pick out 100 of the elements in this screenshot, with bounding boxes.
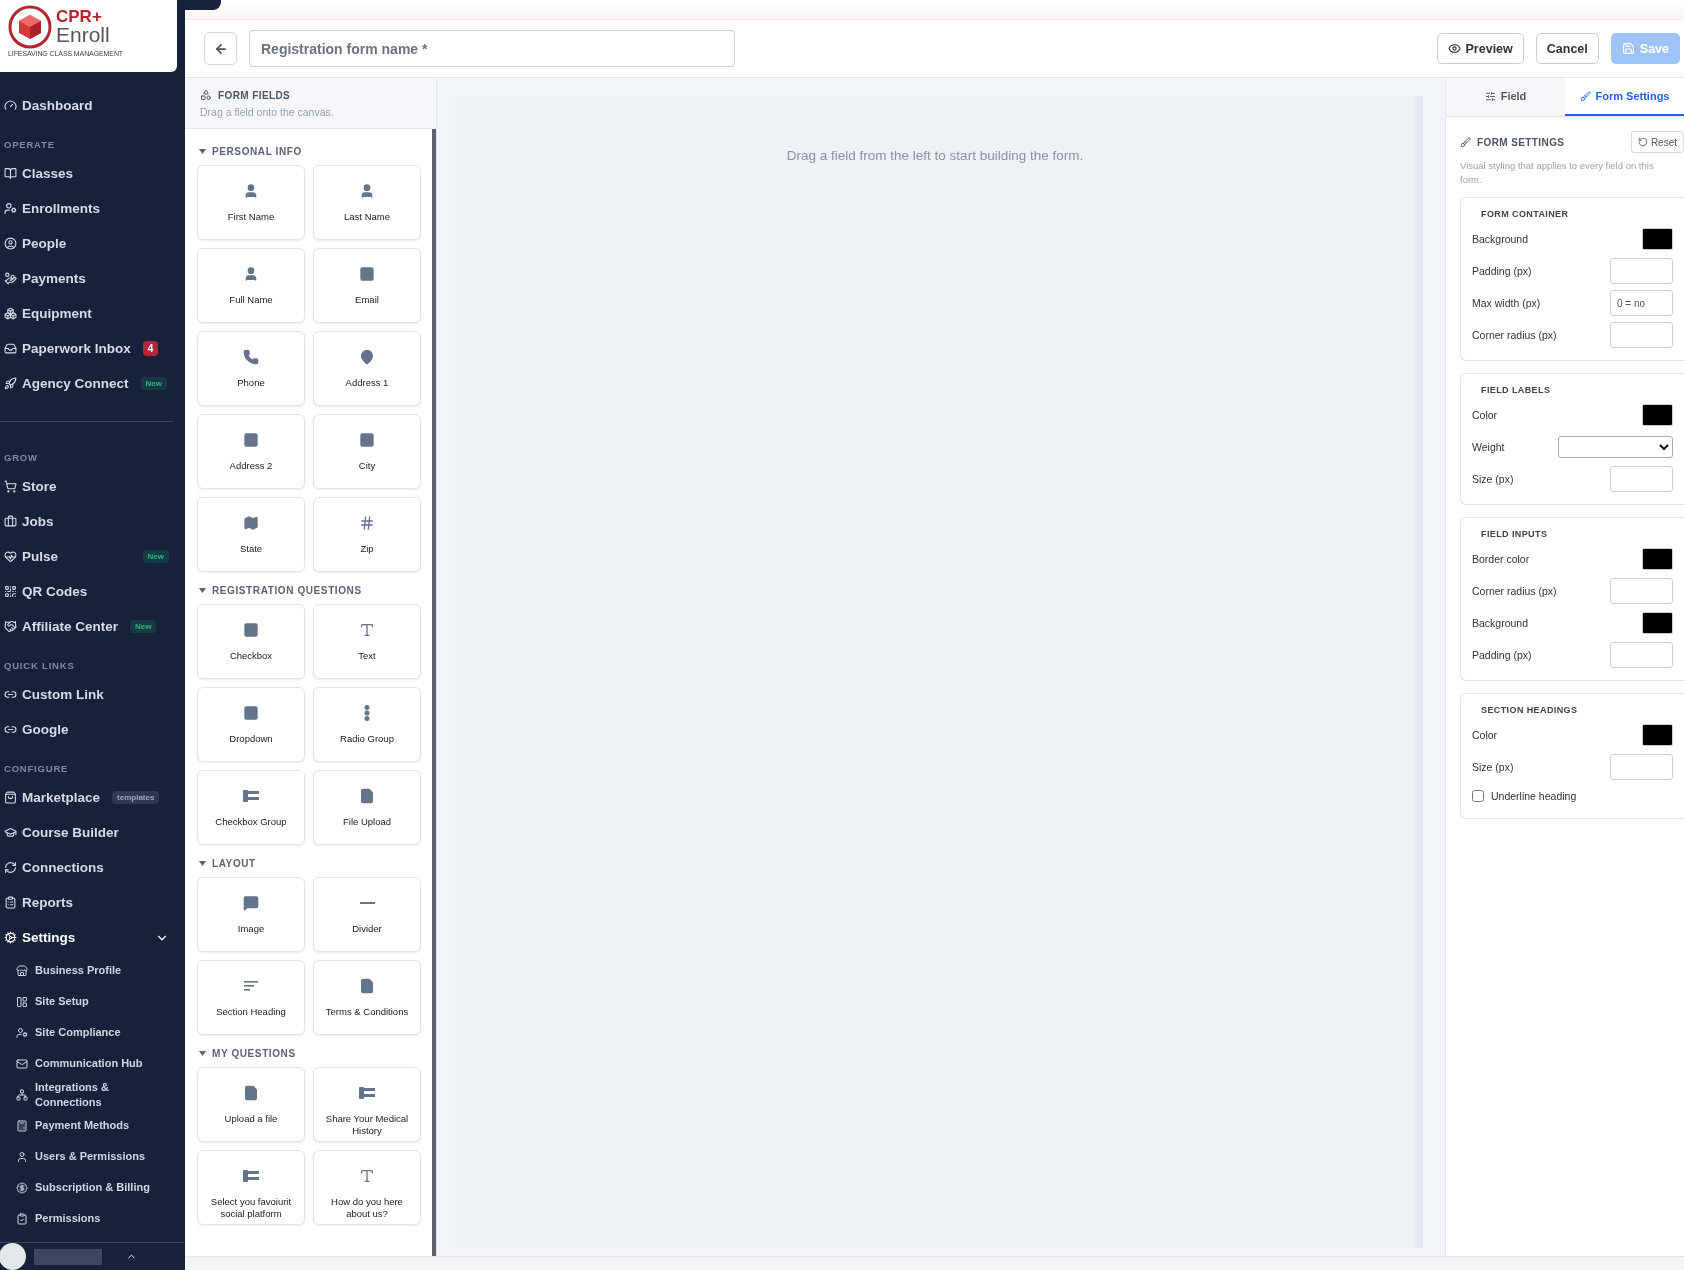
group-toggle[interactable]: LAYOUT [197,849,424,877]
nav-item[interactable]: Reports [0,885,185,920]
field-card[interactable]: Checkbox [197,604,305,679]
nav-item[interactable]: Enrollments [0,191,185,226]
nav-item[interactable]: Pulse New [0,539,185,574]
nav-badge: New [130,620,157,633]
field-card[interactable]: Zip [313,497,421,572]
back-button[interactable] [204,32,237,65]
nav-item[interactable]: Store [0,469,185,504]
briefcase-icon [4,515,17,528]
reset-icon [1637,137,1648,147]
field-card[interactable]: Upload a file [197,1067,305,1142]
field-card[interactable]: City [313,414,421,489]
nav-item[interactable]: Affiliate Center New [0,609,185,644]
nav-item[interactable]: People [0,226,185,261]
number-field[interactable] [1610,642,1673,668]
weight-select[interactable] [1558,436,1673,458]
field-card[interactable]: Select you favoiurit social platform [197,1150,305,1225]
field-card[interactable]: Terms & Conditions [313,960,421,1035]
form-name-field[interactable]: Registration form name * [249,30,735,67]
sub-nav-item[interactable]: Permissions [0,1203,185,1234]
nav-badge: New [142,550,169,563]
field-card[interactable]: Share Your Medical History [313,1067,421,1142]
color-swatch[interactable] [1642,612,1673,634]
checklist-icon [243,1170,259,1182]
group-toggle[interactable]: MY QUESTIONS [197,1039,424,1067]
field-card[interactable]: Checkbox Group [197,770,305,845]
field-card[interactable]: How do you here about us? [313,1150,421,1225]
number-field[interactable] [1610,466,1673,492]
field-card[interactable]: Address 2 [197,414,305,489]
nav-item[interactable]: Paperwork Inbox 4 [0,331,185,366]
field-card[interactable]: File Upload [313,770,421,845]
field-card[interactable]: Radio Group [313,687,421,762]
number-field[interactable]: 0 = no [1610,290,1673,316]
user-avatar[interactable] [0,1243,26,1270]
sub-nav-item[interactable]: Communication Hub [0,1048,185,1079]
panel-tab[interactable]: Field [1446,78,1565,116]
color-swatch[interactable] [1642,724,1673,746]
field-card[interactable]: Text [313,604,421,679]
square-icon [359,266,375,282]
number-field[interactable] [1610,754,1673,780]
file-icon [243,1085,259,1101]
sub-nav-item[interactable]: Payment Methods [0,1110,185,1141]
field-card[interactable]: Email [313,248,421,323]
number-field[interactable] [1610,578,1673,604]
group-toggle[interactable]: PERSONAL INFO [197,137,424,165]
setting-label: Color [1472,409,1498,421]
color-swatch[interactable] [1642,548,1673,570]
nav-item[interactable]: Payments [0,261,185,296]
network-icon [16,1088,28,1101]
field-card[interactable]: First Name [197,165,305,240]
sub-nav-item[interactable]: Site Setup [0,986,185,1017]
group-toggle[interactable]: REGISTRATION QUESTIONS [197,576,424,604]
section-heading: GROW [3,451,39,465]
nav-item[interactable]: Custom Link [0,677,185,712]
nav-item[interactable]: Equipment [0,296,185,331]
user-circle-icon [4,237,17,250]
field-label: First Name [227,211,275,223]
nav-item[interactable]: Jobs [0,504,185,539]
field-card[interactable]: Divider [313,877,421,952]
field-card[interactable]: Phone [197,331,305,406]
nav-item[interactable]: Settings [0,920,185,955]
sub-nav-item[interactable]: Users & Permissions [0,1141,185,1172]
reset-button[interactable]: Reset [1630,131,1684,153]
nav-item[interactable]: Agency Connect New [0,366,185,401]
boxes-icon [4,307,17,320]
sub-nav-item[interactable]: Business Profile [0,955,185,986]
sub-nav-item[interactable]: Integrations & Connections [0,1079,185,1110]
nav-item[interactable]: Connections [0,850,185,885]
number-field[interactable] [1610,258,1673,284]
sub-nav-item[interactable]: Site Compliance [0,1017,185,1048]
checkbox[interactable] [1472,790,1484,802]
field-card[interactable]: Last Name [313,165,421,240]
color-swatch[interactable] [1642,228,1673,250]
section-heading: OPERATE [3,138,56,152]
header-button[interactable]: Cancel [1535,33,1599,64]
nav-item[interactable]: Google [0,712,185,747]
nav-item[interactable]: QR Codes [0,574,185,609]
setting-label: Background [1472,617,1529,629]
field-card[interactable]: State [197,497,305,572]
color-swatch[interactable] [1642,404,1673,426]
sub-nav-item[interactable]: Subscription & Billing [0,1172,185,1203]
field-card[interactable]: Image [197,877,305,952]
field-label: Full Name [229,294,273,306]
square-icon [359,432,375,448]
setting-label: Padding (px) [1472,265,1532,277]
nav-item[interactable]: Marketplace templates [0,780,185,815]
field-card[interactable]: Full Name [197,248,305,323]
nav-item[interactable]: Classes [0,156,185,191]
collapse-tab[interactable] [185,0,221,10]
nav-badge: templates [112,791,160,804]
field-label: Email [355,294,379,306]
header-button[interactable]: Preview [1436,33,1524,64]
field-card[interactable]: Section Heading [197,960,305,1035]
field-label: Upload a file [224,1113,278,1125]
nav-item[interactable]: Dashboard [0,88,185,123]
number-field[interactable] [1610,322,1673,348]
field-card[interactable]: Address 1 [313,331,421,406]
nav-item[interactable]: Course Builder [0,815,185,850]
field-card[interactable]: Dropdown [197,687,305,762]
